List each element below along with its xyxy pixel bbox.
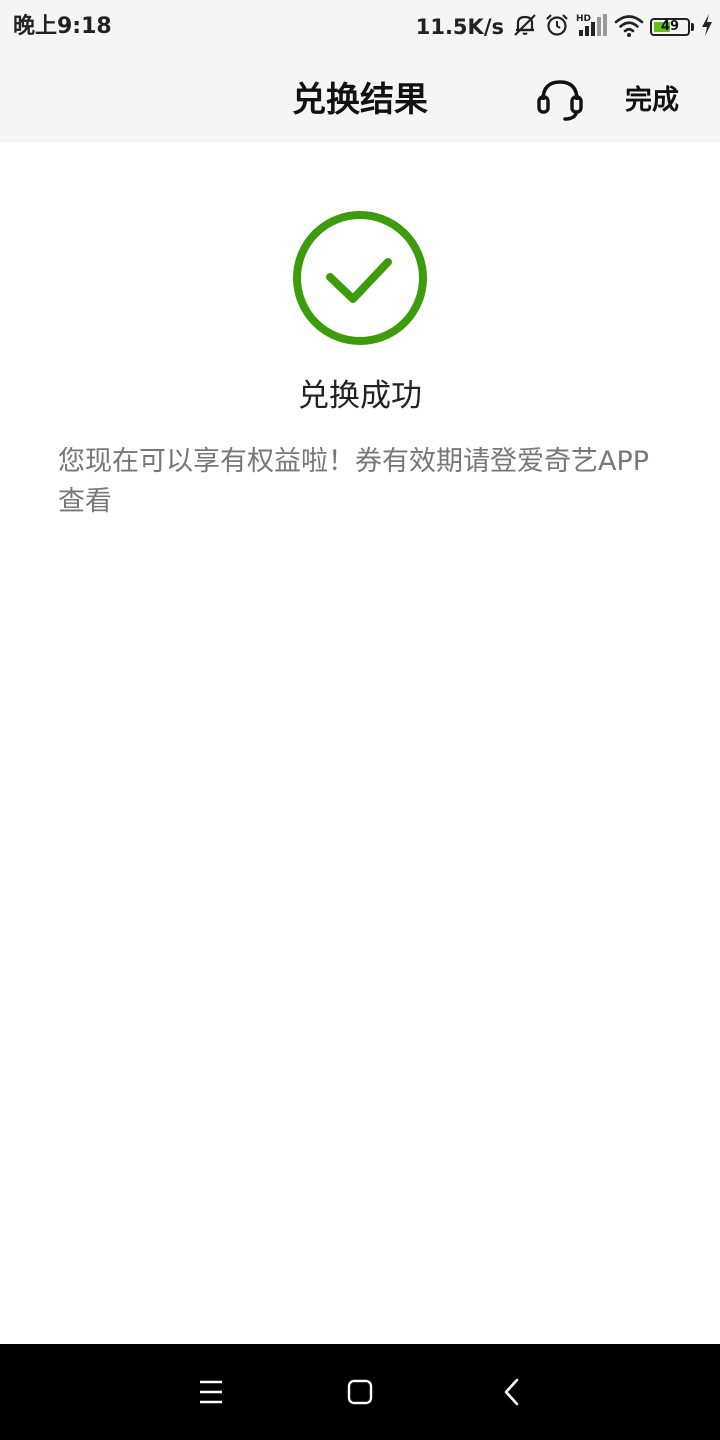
success-description: 您现在可以享有权益啦！券有效期请登爱奇艺APP查看 <box>58 446 650 517</box>
screen: 晚上9:18 11.5K/s HD 49 兑换结果 完成 兑换成功 您现在可以享… <box>0 0 720 1440</box>
navigation-bar <box>0 1344 720 1440</box>
hd-signal-icon: HD <box>576 12 608 42</box>
battery-tip <box>691 23 694 31</box>
status-time: 晚上9:18 <box>13 14 112 39</box>
battery-level: 49 <box>660 19 680 34</box>
battery: 49 <box>650 18 690 36</box>
headset-icon <box>537 80 583 121</box>
customer-service-button[interactable] <box>534 76 586 124</box>
wifi-icon <box>614 12 644 42</box>
alarm-icon <box>544 12 570 42</box>
done-button[interactable]: 完成 <box>612 82 692 120</box>
success-title: 兑换成功 <box>298 378 422 414</box>
home-icon <box>347 1379 373 1405</box>
check-circle-icon <box>290 208 430 348</box>
result-content: 兑换成功 您现在可以享有权益啦！券有效期请登爱奇艺APP查看 <box>0 142 720 1344</box>
network-speed: 11.5K/s <box>415 15 504 39</box>
menu-button[interactable] <box>191 1372 231 1412</box>
back-icon <box>504 1378 519 1406</box>
battery-icon: 49 <box>650 18 694 36</box>
charging-icon <box>700 12 714 42</box>
app-header: 兑换结果 完成 <box>0 56 720 142</box>
back-button[interactable] <box>492 1372 532 1412</box>
home-button[interactable] <box>340 1372 380 1412</box>
status-icons: 11.5K/s HD 49 <box>416 10 714 44</box>
status-bar: 晚上9:18 11.5K/s HD 49 <box>0 0 720 56</box>
mute-icon <box>512 12 538 42</box>
svg-text:HD: HD <box>576 14 591 24</box>
menu-icon <box>200 1380 222 1404</box>
